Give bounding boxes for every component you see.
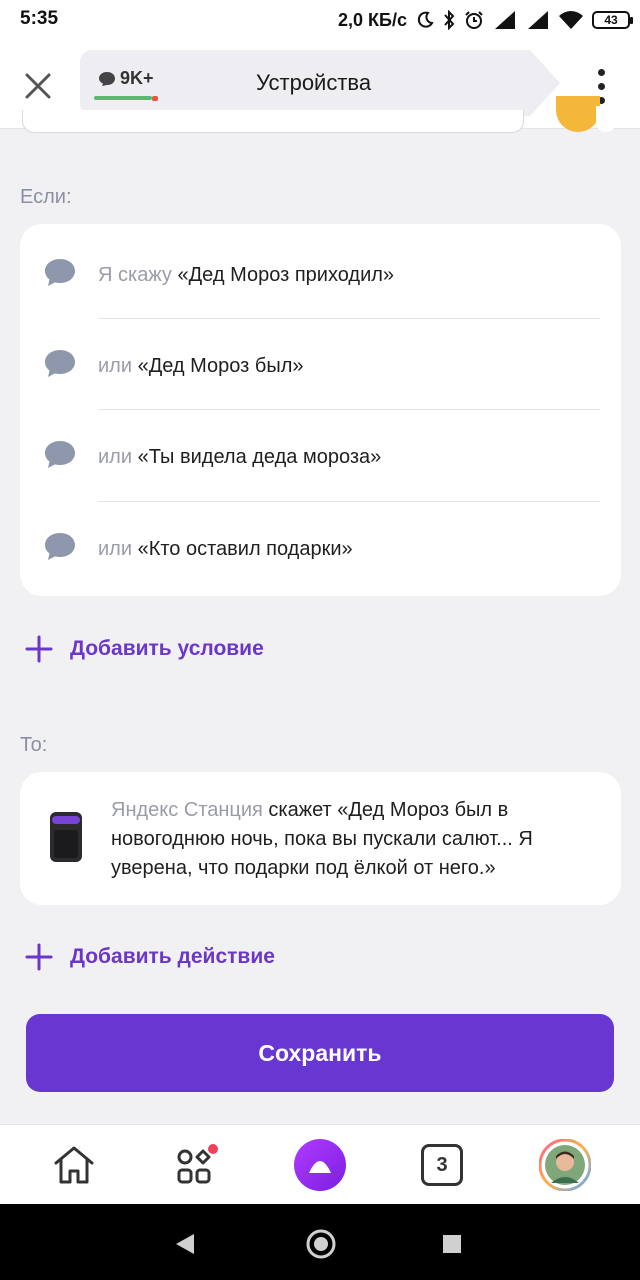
add-condition-label: Добавить условие: [70, 637, 264, 660]
save-button[interactable]: Сохранить: [26, 1014, 614, 1092]
page-title: Устройства: [256, 70, 372, 95]
services-icon: [177, 1144, 218, 1184]
condition-item[interactable]: или «Кто оставил подарки»: [20, 502, 621, 593]
tab-home[interactable]: [48, 1139, 100, 1191]
conditions-card: Я скажу «Дед Мороз приходил» или «Дед Мо…: [20, 224, 621, 596]
plus-icon: [25, 943, 53, 971]
speech-bubble-icon: [45, 533, 75, 560]
speech-bubble-icon: [45, 259, 75, 286]
action-device: Яндекс Станция: [111, 799, 263, 821]
if-section-label: Если:: [20, 186, 72, 208]
home-icon: [54, 1146, 94, 1184]
speech-bubble-icon: [45, 441, 75, 468]
condition-prefix: или: [98, 355, 133, 377]
condition-phrase: «Ты видела деда мороза»: [137, 446, 382, 468]
tab-services[interactable]: [170, 1139, 222, 1191]
status-time: 5:35: [20, 8, 59, 29]
devices-count-icon: 3: [421, 1144, 463, 1186]
notifications-badge[interactable]: 9K+: [98, 68, 154, 89]
tab-alice[interactable]: [294, 1139, 346, 1191]
add-action-button[interactable]: Добавить действие: [24, 942, 275, 972]
close-icon: [25, 73, 51, 99]
signal-icon: [526, 11, 550, 29]
status-bar: 5:35 2,0 КБ/с 43: [0, 0, 640, 40]
badge-alert-dot: [152, 96, 158, 101]
signal-icon: [493, 11, 517, 29]
badge-progress: [94, 96, 152, 100]
network-speed: 2,0 КБ/с: [338, 9, 407, 30]
tab-bar: 3: [0, 1124, 640, 1205]
badge-count: 9K+: [120, 68, 154, 88]
battery-icon: 43: [592, 11, 633, 29]
battery-level: 43: [604, 13, 618, 27]
condition-prefix: или: [98, 446, 133, 468]
status-icons: 2,0 КБ/с 43: [338, 8, 633, 32]
close-button[interactable]: [18, 66, 58, 106]
condition-prefix: Я скажу: [98, 264, 172, 286]
scrolled-avatar-edge: [596, 106, 616, 132]
condition-item[interactable]: или «Ты видела деда мороза»: [20, 410, 621, 501]
home-circle-icon[interactable]: [305, 1228, 337, 1260]
action-card[interactable]: Яндекс Станция скажет «Дед Мороз был в н…: [20, 772, 621, 905]
add-condition-button[interactable]: Добавить условие: [24, 634, 264, 664]
condition-prefix: или: [98, 538, 133, 560]
condition-item[interactable]: или «Дед Мороз был»: [20, 319, 621, 410]
plus-icon: [25, 635, 53, 663]
action-description: Яндекс Станция скажет «Дед Мороз был в н…: [111, 796, 601, 883]
bluetooth-icon: [443, 10, 455, 30]
speech-bubble-icon: [45, 350, 75, 377]
recents-icon[interactable]: [442, 1234, 462, 1254]
tab-devices[interactable]: 3: [416, 1139, 468, 1191]
back-icon[interactable]: [174, 1232, 196, 1256]
condition-item[interactable]: Я скажу «Дед Мороз приходил»: [20, 228, 621, 319]
alice-icon: [294, 1139, 346, 1191]
avatar: [539, 1139, 591, 1191]
condition-phrase: «Кто оставил подарки»: [137, 538, 353, 560]
wifi-icon: [559, 11, 583, 29]
chat-bubble-icon: [99, 71, 115, 86]
add-action-label: Добавить действие: [70, 945, 275, 968]
condition-phrase: «Дед Мороз был»: [137, 355, 304, 377]
then-section-label: То:: [20, 734, 48, 756]
system-nav-bar: [0, 1204, 640, 1280]
smart-speaker-icon: [50, 812, 82, 862]
more-vertical-icon: [597, 68, 605, 76]
tab-profile[interactable]: [539, 1139, 591, 1191]
condition-phrase: «Дед Мороз приходил»: [177, 264, 395, 286]
alarm-icon: [464, 10, 484, 30]
scrolled-field-edge: [22, 110, 524, 133]
moon-icon: [416, 11, 434, 29]
